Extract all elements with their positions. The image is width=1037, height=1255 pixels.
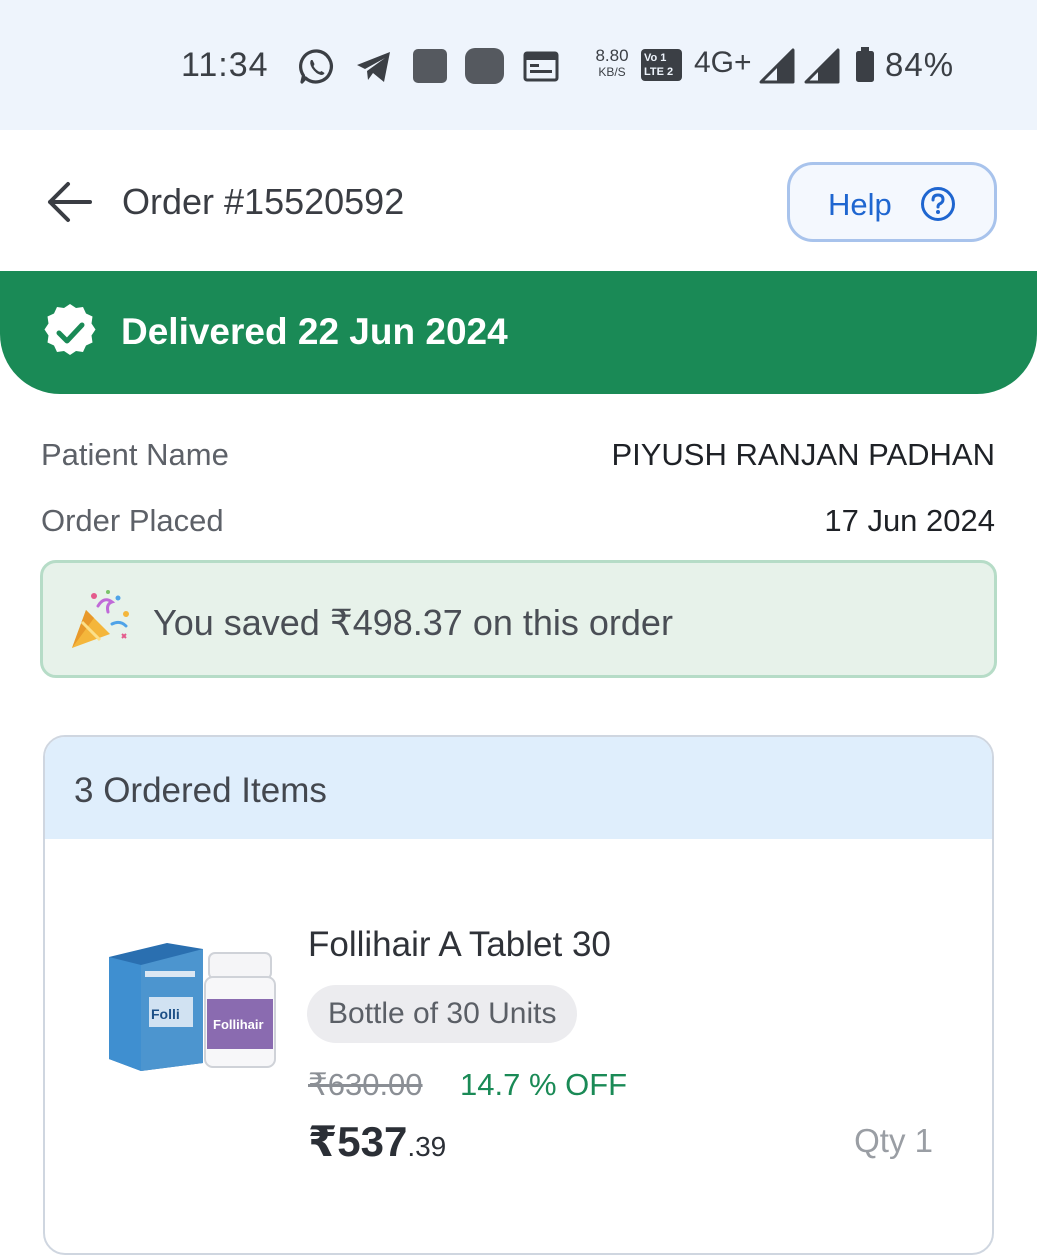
battery-icon [856,47,874,82]
help-button[interactable]: Help [787,162,997,242]
product-price-decimal: .39 [407,1131,447,1162]
signal-sim1-icon [759,48,795,84]
ordered-items-header: 3 Ordered Items [45,737,992,839]
product-price: ₹537.39 [308,1117,446,1166]
signal-sim2-icon [804,48,840,84]
arrow-left-icon[interactable] [46,180,92,224]
party-popper-icon [72,590,129,648]
app-square-icon [413,49,447,83]
order-title: Order #15520592 [122,181,405,222]
savings-text: You saved ₹498.37 on this order [153,602,673,643]
ordered-items-title: 3 Ordered Items [74,771,327,810]
product-mrp: ₹630.00 [308,1067,423,1102]
status-time: 11:34 [181,46,269,84]
volte-badge: Vo 1 LTE 2 [641,49,682,81]
svg-text:Folli: Folli [151,1006,180,1022]
product-discount: 14.7 % OFF [460,1067,628,1102]
calendar-icon [523,51,559,82]
delivered-banner: Delivered 22 Jun 2024 [0,271,1037,394]
product-quantity: Qty 1 [854,1122,933,1159]
check-badge-icon [44,304,96,355]
telegram-icon [357,52,390,82]
ordered-items-card: 3 Ordered Items Folli Follihair Follihai… [43,735,994,1255]
order-placed-label: Order Placed [41,503,224,538]
battery-percent: 84% [885,46,955,83]
question-circle-icon [921,187,955,221]
product-price-main: ₹537 [308,1118,408,1165]
whatsapp-icon [299,49,333,84]
app-rounded-icon [465,48,504,84]
order-placed-value: 17 Jun 2024 [824,503,995,538]
product-name: Follihair A Tablet 30 [308,925,611,964]
network-type: 4G+ [694,46,752,79]
net-speed: 8.80 KB/S [595,46,629,79]
status-bar: 11:34 8.80 KB/S Vo 1 LTE 2 4G+ 84% [0,0,1037,130]
help-button-label: Help [828,187,892,222]
savings-banner: You saved ₹498.37 on this order [40,560,997,678]
product-pack-size: Bottle of 30 Units [307,985,578,1043]
patient-name-label: Patient Name [41,437,229,472]
delivery-status-text: Delivered 22 Jun 2024 [121,311,508,352]
follihair-product-image: Folli Follihair [109,943,276,1071]
svg-text:Follihair: Follihair [213,1017,264,1032]
patient-name-value: PIYUSH RANJAN PADHAN [611,437,995,472]
